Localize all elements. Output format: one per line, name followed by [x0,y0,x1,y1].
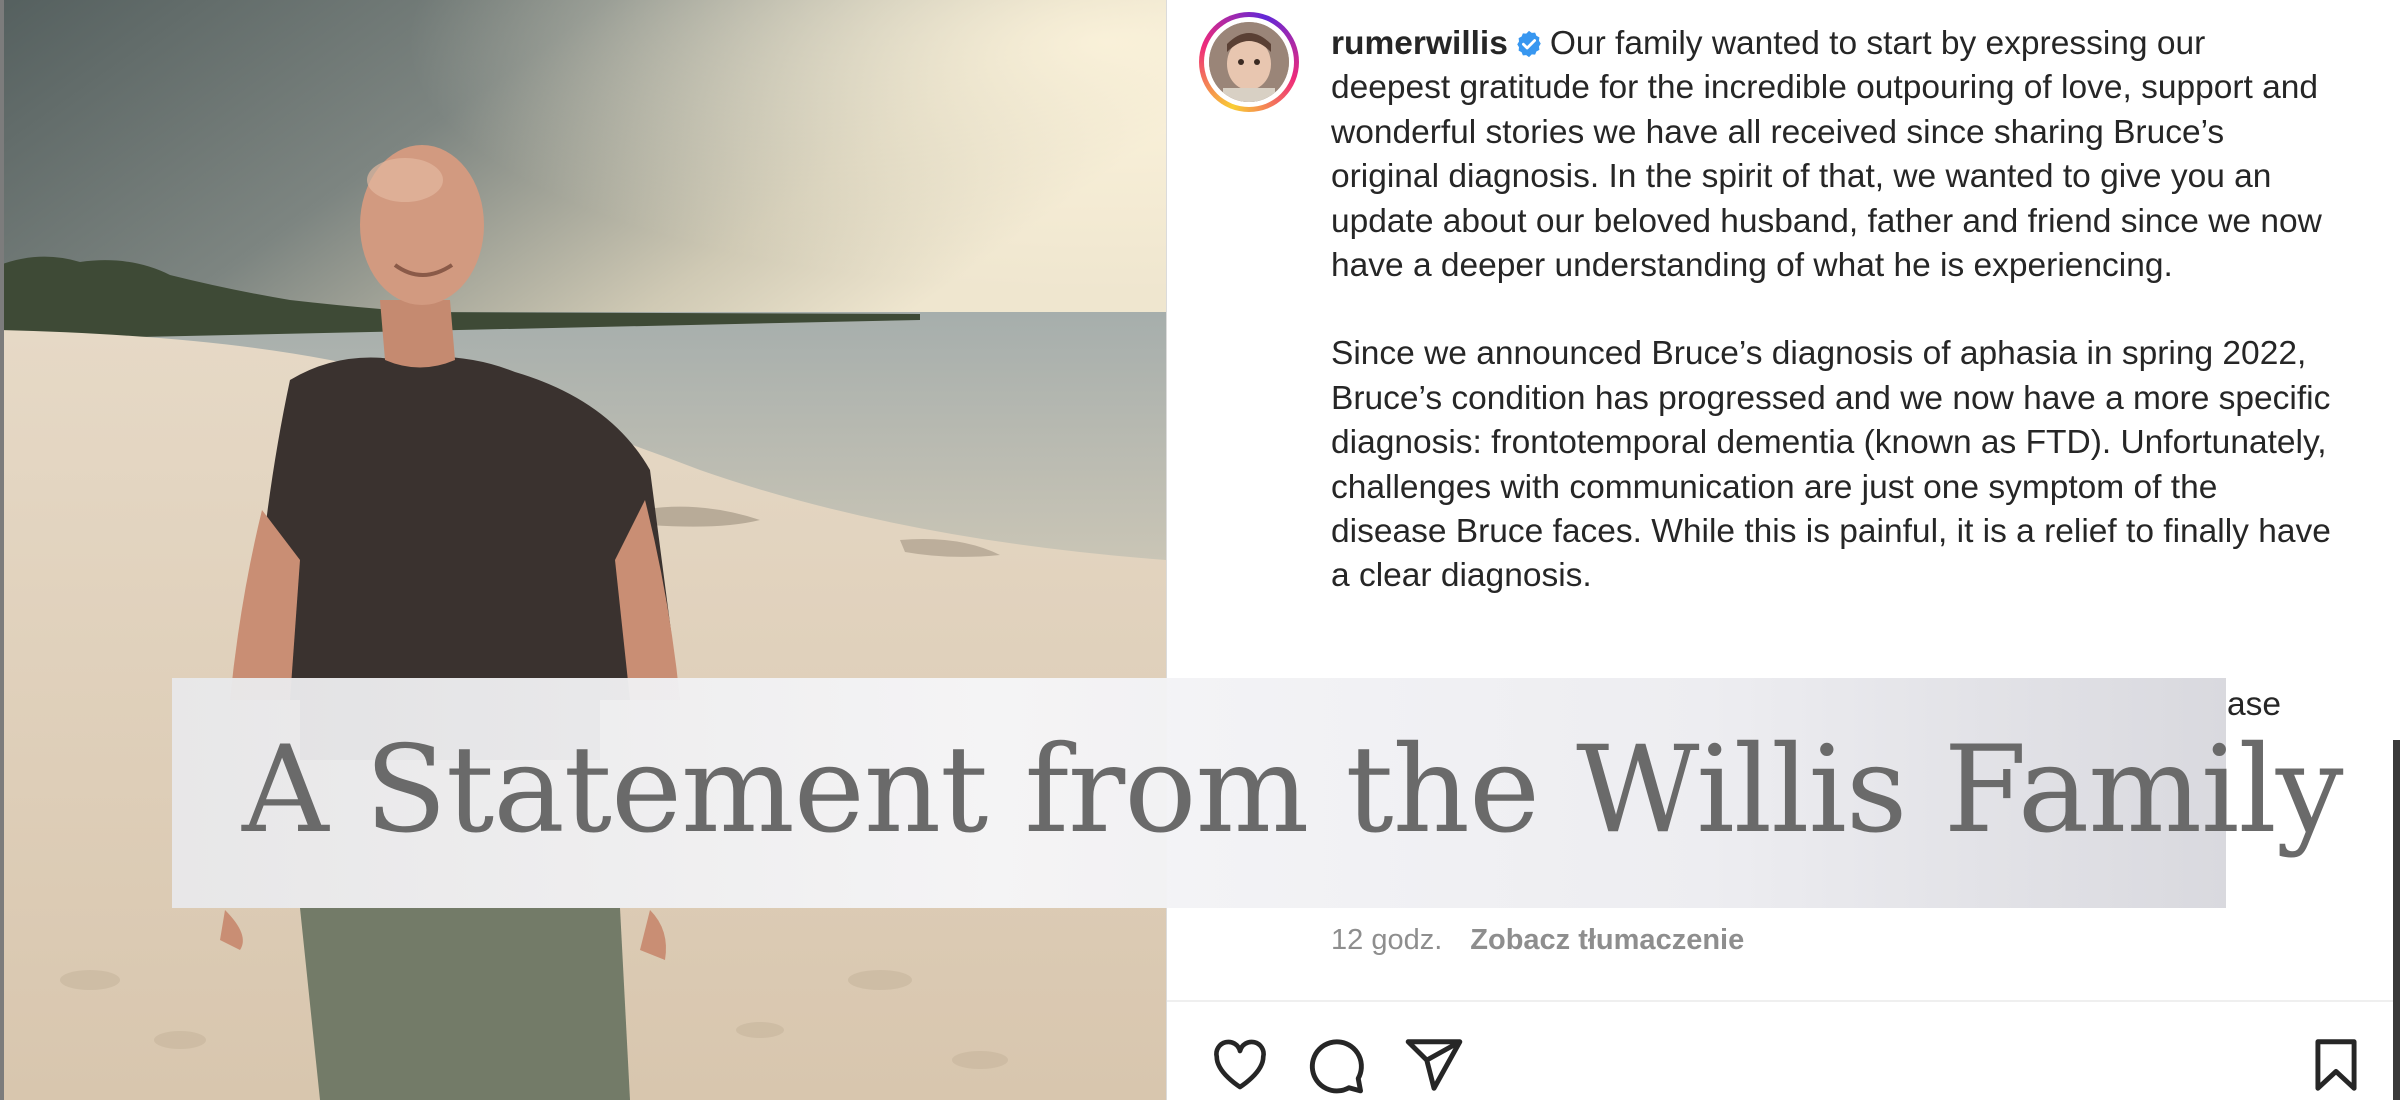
caption-text: Since we announced Bruce’s diagnosis of … [1331,335,2331,595]
translate-link[interactable]: Zobacz tłumaczenie [1470,924,1744,956]
photo-left-edge [0,0,4,1100]
avatar[interactable] [1209,22,1289,102]
story-ring[interactable] [1199,12,1299,112]
comment-button[interactable] [1305,1034,1367,1096]
share-button[interactable] [1403,1034,1465,1096]
post-caption: rumerwillis Our family wanted to start by… [1331,22,2331,643]
post-photo[interactable] [0,0,1166,1100]
save-button[interactable] [2305,1034,2367,1096]
beach-photo-image [0,0,1166,1100]
banner-title: A Statement from the Willis Family [242,721,2344,860]
post-meta: 12 godz. Zobacz tłumaczenie [1331,924,1744,957]
username-link[interactable]: rumerwillis [1331,25,1508,62]
divider [1167,1000,2400,1002]
post-timestamp[interactable]: 12 godz. [1331,924,1442,956]
caption-partial-text: ase [2227,686,2282,723]
caption-paragraph: rumerwillis Our family wanted to start by… [1331,22,2331,288]
verified-badge-icon [1514,27,1544,58]
caption-paragraph: Since we announced Bruce’s diagnosis of … [1331,332,2331,598]
statement-banner: A Statement from the Willis Family [172,678,2344,908]
window-edge [2393,740,2400,1100]
heart-icon [1214,1039,1266,1090]
send-icon [1405,1039,1463,1091]
bookmark-icon [2315,1039,2357,1091]
post-panel: rumerwillis Our family wanted to start by… [1166,0,2400,1100]
caption-text: Our family wanted to start by expressing… [1331,25,2322,285]
like-button[interactable] [1209,1034,1271,1096]
comment-icon [1309,1039,1364,1094]
avatar-image [1209,22,1289,102]
